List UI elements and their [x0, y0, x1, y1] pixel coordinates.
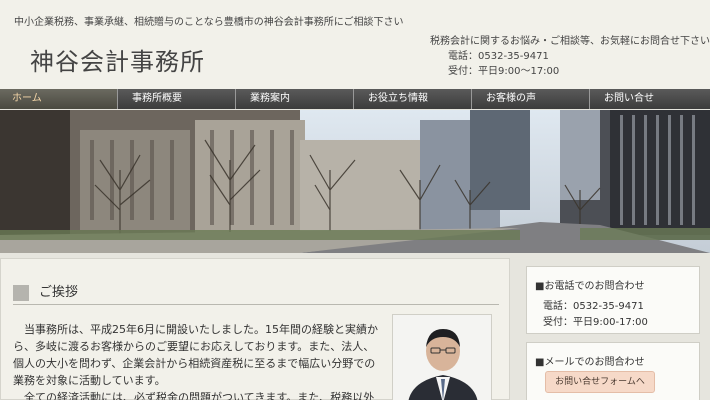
sidebar: ■お電話でのお問合わせ 電話：0532-35-9471 受付：平日9:00-17… — [518, 258, 710, 400]
site-header: 中小企業税務、事業承継、相続贈与のことなら豊橋市の神谷会計事務所にご相談下さい … — [0, 0, 710, 89]
nav-services[interactable]: 業務案内 — [236, 89, 354, 109]
side-hours: 受付：平日9:00-17:00 — [543, 317, 648, 328]
greeting-text: 当事務所は、平成25年6月に開設いたしました。15年間の経験と実績から、多岐に渡… — [13, 321, 381, 400]
nav-contact[interactable]: お問い合せ — [590, 89, 710, 109]
greeting-paragraph-1: 当事務所は、平成25年6月に開設いたしました。15年間の経験と実績から、多岐に渡… — [13, 323, 378, 387]
nav-useful-info[interactable]: お役立ち情報 — [354, 89, 472, 109]
contact-form-button[interactable]: お問い合せフォームへ — [545, 371, 655, 393]
greeting-heading: ご挨拶 — [13, 285, 499, 305]
phone-box-title: ■お電話でのお問合わせ — [535, 281, 645, 292]
mail-contact-box: ■メールでのお問合わせ お問い合せフォームへ — [526, 342, 700, 400]
site-title[interactable]: 神谷会計事務所 — [30, 42, 205, 77]
greeting-paragraph-2: 全ての経済活動には、必ず税金の問題がついてきます。また、税務以外 — [24, 391, 375, 400]
header-phone: 電話：0532-35-9471 — [448, 51, 549, 62]
header-contact: 税務会計に関するお悩み・ご相談等、お気軽にお問合せ下さい 電話：0532-35-… — [430, 34, 710, 79]
heading-marker-icon — [13, 285, 29, 301]
nav-home[interactable]: ホーム — [0, 89, 118, 109]
header-hours: 受付：平日9:00～17:00 — [448, 66, 560, 77]
side-phone: 電話：0532-35-9471 — [543, 301, 644, 312]
site-tagline: 中小企業税務、事業承継、相続贈与のことなら豊橋市の神谷会計事務所にご相談下さい — [14, 17, 404, 28]
contact-intro: 税務会計に関するお悩み・ご相談等、お気軽にお問合せ下さい — [430, 36, 710, 47]
mail-box-title: ■メールでのお問合わせ — [535, 357, 645, 368]
main-nav: ホーム 事務所概要 業務案内 お役立ち情報 お客様の声 お問い合せ — [0, 89, 710, 109]
hero-image — [0, 110, 710, 253]
nav-testimonials[interactable]: お客様の声 — [472, 89, 590, 109]
city-street-illustration — [0, 110, 710, 253]
greeting-panel: ご挨拶 当事務所は、平成25年6月に開設いたしました。15年間の経験と実績から、… — [0, 258, 510, 400]
greeting-title: ご挨拶 — [39, 285, 79, 300]
director-portrait — [392, 314, 492, 400]
nav-about[interactable]: 事務所概要 — [118, 89, 236, 109]
phone-contact-box: ■お電話でのお問合わせ 電話：0532-35-9471 受付：平日9:00-17… — [526, 266, 700, 334]
person-portrait-icon — [393, 315, 491, 400]
